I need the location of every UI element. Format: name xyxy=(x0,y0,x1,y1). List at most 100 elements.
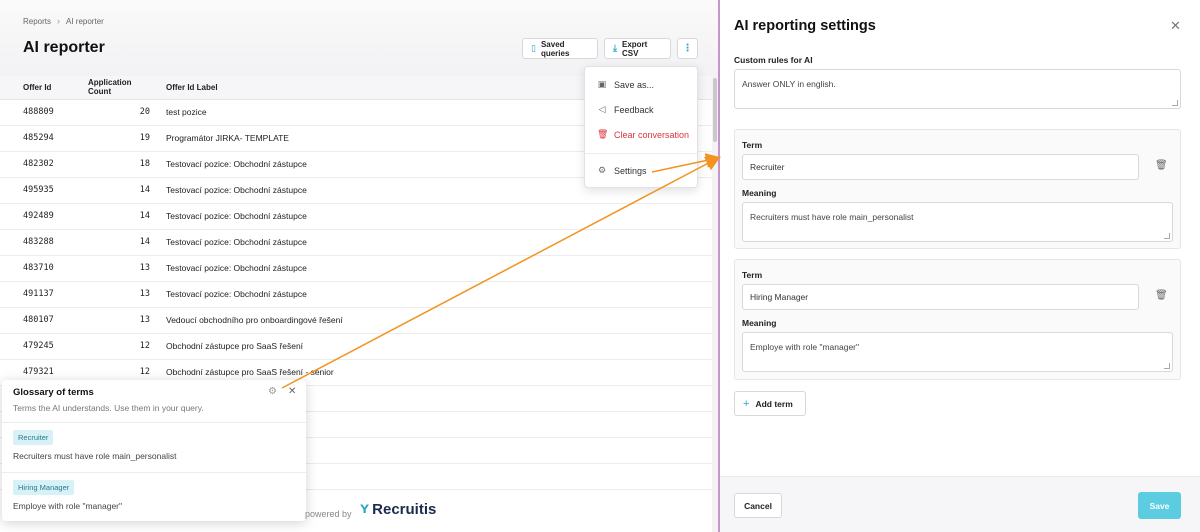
menu-save-as-label: Save as... xyxy=(614,79,655,90)
saved-queries-button[interactable]: ▯ Saved queries xyxy=(522,38,598,59)
megaphone-icon: ◁ xyxy=(598,104,606,114)
bookmark-icon: ▯ xyxy=(531,43,536,53)
cell-offer-label: Testovací pozice: Obchodní zástupce xyxy=(158,281,712,308)
chevron-right-icon: › xyxy=(57,16,61,26)
glossary-term-meaning: Recruiters must have role main_personali… xyxy=(13,451,177,461)
meaning-label: Meaning xyxy=(742,318,777,328)
cell-offer-id: 480107 xyxy=(0,307,80,334)
custom-rules-input[interactable]: Answer ONLY in english. xyxy=(734,69,1181,109)
cell-offer-id: 485294 xyxy=(0,125,80,152)
cell-offer-id: 482302 xyxy=(0,151,80,178)
glossary-title: Glossary of terms xyxy=(13,387,94,398)
recruitis-logo-icon: ʏ xyxy=(360,500,370,517)
cell-offer-id: 488809 xyxy=(0,99,80,126)
ai-reporter-pane: Reports › AI reporter AI reporter ▯ Save… xyxy=(0,0,718,532)
trash-icon: 🗑 xyxy=(597,129,609,139)
table-row[interactable]: 483288 14 Testovací pozice: Obchodní zástu… xyxy=(0,229,712,256)
cell-offer-id: 483288 xyxy=(0,229,80,256)
menu-settings-label: Settings xyxy=(614,165,647,176)
cell-offer-label: Testovací pozice: Obchodní zástupce xyxy=(158,203,712,230)
term-input-value: Hiring Manager xyxy=(750,292,809,302)
more-options-button[interactable]: ⋮ xyxy=(677,38,698,59)
settings-drawer: AI reporting settings ✕ Custom rules for… xyxy=(720,0,1200,532)
table-row[interactable]: 483710 13 Testovací pozice: Obchodní zástu… xyxy=(0,255,712,282)
page-title: AI reporter xyxy=(23,39,105,56)
custom-rules-value: Answer ONLY in english. xyxy=(742,79,836,89)
resize-grip-icon[interactable] xyxy=(1172,100,1178,106)
breadcrumb-reports[interactable]: Reports xyxy=(23,17,51,26)
saved-queries-label: Saved queries xyxy=(540,39,570,58)
save-button[interactable]: Save xyxy=(1138,492,1181,519)
trash-icon[interactable]: 🗑 xyxy=(1155,290,1168,301)
table-row[interactable]: 479245 12 Obchodní zástupce pro SaaS řešen… xyxy=(0,333,712,360)
glossary-term-badge: Hiring Manager xyxy=(13,480,75,495)
menu-feedback-label: Feedback xyxy=(614,104,654,115)
cell-offer-id: 479245 xyxy=(0,333,80,360)
term-label: Term xyxy=(742,140,763,150)
column-header-application-count[interactable]: Application Count xyxy=(80,76,158,100)
add-term-label: Add term xyxy=(755,398,793,409)
resize-grip-icon[interactable] xyxy=(1164,363,1170,369)
breadcrumb-current: AI reporter xyxy=(66,16,104,26)
powered-by-text: powered by xyxy=(305,509,352,519)
table-row[interactable]: 492489 14 Testovací pozice: Obchodní zástu… xyxy=(0,203,712,230)
breadcrumb: Reports › AI reporter xyxy=(23,16,104,26)
plus-icon: + xyxy=(743,397,750,410)
menu-item-save-as[interactable]: ▣ Save as... xyxy=(597,79,654,90)
cell-application-count: 13 xyxy=(80,255,158,282)
glossary-divider xyxy=(2,422,306,423)
trash-icon[interactable]: 🗑 xyxy=(1155,160,1168,171)
cell-application-count: 14 xyxy=(80,203,158,230)
meaning-input[interactable]: Recruiters must have role main_personali… xyxy=(742,202,1173,242)
cell-application-count: 19 xyxy=(80,125,158,152)
menu-item-clear-conversation[interactable]: 🗑 Clear conversation xyxy=(597,129,689,140)
cell-offer-id: 495935 xyxy=(0,177,80,204)
table-row[interactable]: 491137 13 Testovací pozice: Obchodní zástu… xyxy=(0,281,712,308)
scrollbar-thumb[interactable] xyxy=(713,78,717,142)
cell-offer-id: 483710 xyxy=(0,255,80,282)
save-icon: ▣ xyxy=(597,79,607,89)
settings-footer: Cancel Save xyxy=(720,476,1200,532)
more-vertical-icon: ⋮ xyxy=(682,43,693,54)
cell-application-count: 14 xyxy=(80,177,158,204)
page-header: Reports › AI reporter AI reporter ▯ Save… xyxy=(0,0,718,76)
close-icon[interactable]: ✕ xyxy=(288,386,296,397)
close-icon[interactable]: ✕ xyxy=(1170,18,1181,34)
menu-divider xyxy=(585,153,697,154)
cell-offer-label: Obchodní zástupce pro SaaS řešení xyxy=(158,333,712,360)
meaning-input[interactable]: Employe with role "manager" xyxy=(742,332,1173,372)
cell-application-count: 14 xyxy=(80,229,158,256)
custom-rules-label: Custom rules for AI xyxy=(734,55,813,65)
glossary-divider xyxy=(2,472,306,473)
term-input[interactable]: Hiring Manager xyxy=(742,284,1139,310)
term-card: Term Hiring Manager 🗑 Meaning Employe wi… xyxy=(734,259,1181,380)
menu-item-feedback[interactable]: ◁ Feedback xyxy=(597,104,654,115)
meaning-input-value: Employe with role "manager" xyxy=(750,342,860,352)
cell-offer-label: Vedoucí obchodního pro onboardingové řeš… xyxy=(158,307,712,334)
cell-application-count: 13 xyxy=(80,281,158,308)
cell-offer-id: 492489 xyxy=(0,203,80,230)
gear-icon: ⚙ xyxy=(597,165,607,175)
cell-offer-id: 491137 xyxy=(0,281,80,308)
cell-offer-label: Testovací pozice: Obchodní zástupce xyxy=(158,255,712,282)
export-csv-button[interactable]: ⤓ Export CSV xyxy=(604,38,671,59)
cell-application-count: 20 xyxy=(80,99,158,126)
table-row[interactable]: 480107 13 Vedoucí obchodního pro onboardin… xyxy=(0,307,712,334)
term-input[interactable]: Recruiter xyxy=(742,154,1139,180)
add-term-button[interactable]: + Add term xyxy=(734,391,806,416)
settings-title: AI reporting settings xyxy=(734,18,876,34)
meaning-input-value: Recruiters must have role main_personali… xyxy=(750,212,914,222)
recruitis-brand-name: Recruitis xyxy=(372,500,437,518)
cell-application-count: 12 xyxy=(80,333,158,360)
cancel-button[interactable]: Cancel xyxy=(734,493,782,518)
more-options-menu: ▣ Save as... ◁ Feedback 🗑 Clear conversa… xyxy=(584,66,698,188)
term-card: Term Recruiter 🗑 Meaning Recruiters must… xyxy=(734,129,1181,249)
column-header-offer-id[interactable]: Offer Id xyxy=(0,76,80,100)
meaning-label: Meaning xyxy=(742,188,777,198)
resize-grip-icon[interactable] xyxy=(1164,233,1170,239)
cell-offer-label: Testovací pozice: Obchodní zástupce xyxy=(158,229,712,256)
cell-application-count: 18 xyxy=(80,151,158,178)
gear-icon[interactable]: ⚙ xyxy=(268,386,277,397)
menu-item-settings[interactable]: ⚙ Settings xyxy=(597,165,647,176)
glossary-term-badge: Recruiter xyxy=(13,430,54,445)
